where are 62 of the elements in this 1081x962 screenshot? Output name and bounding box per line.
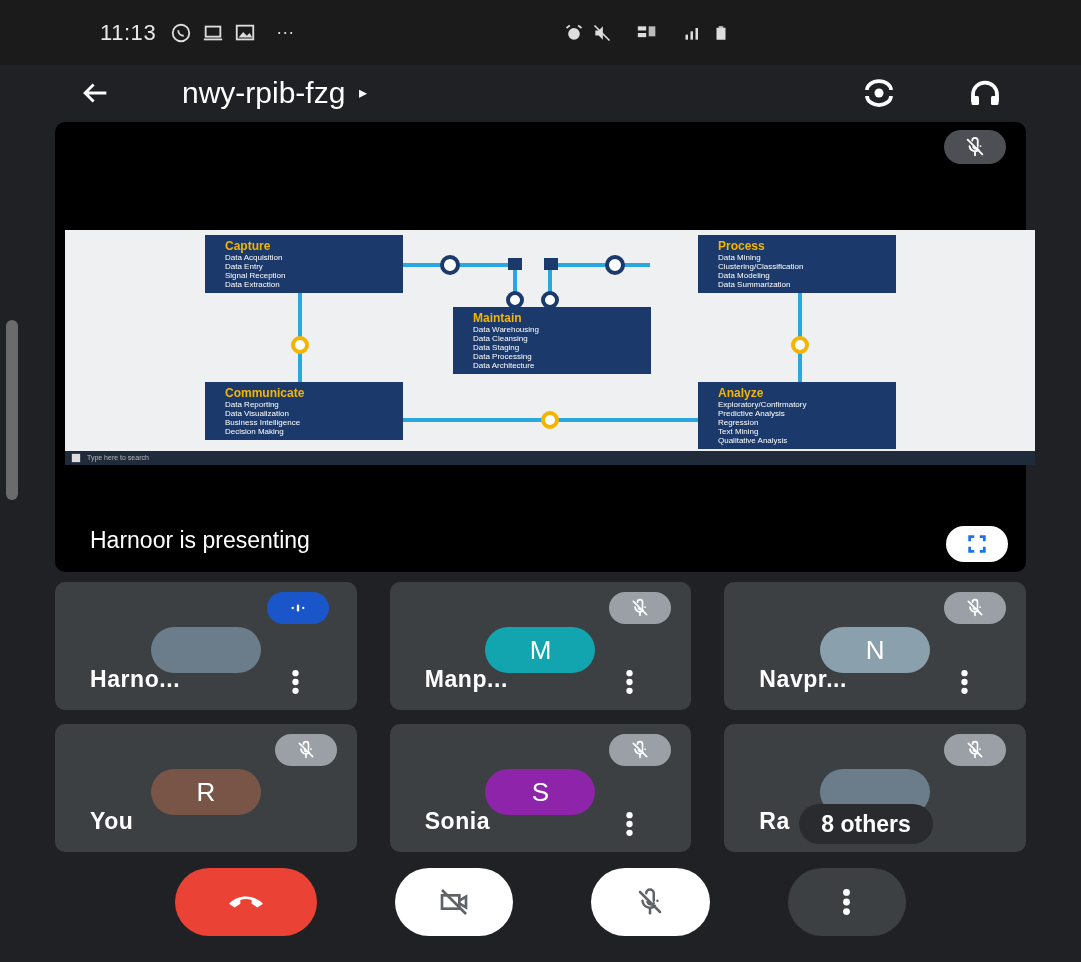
more-vert-icon: [843, 889, 851, 915]
windows-icon: [71, 453, 81, 463]
box-item: Data Mining: [718, 253, 762, 262]
connector-node: [791, 336, 809, 354]
fullscreen-icon: [966, 533, 988, 555]
box-item: Data Processing: [473, 352, 533, 361]
connector-node: [291, 336, 309, 354]
box-item: Data Summarization: [718, 280, 792, 289]
mic-off-icon: [965, 740, 985, 760]
avatar-initial: M: [485, 627, 596, 673]
mute-icon: [592, 22, 613, 43]
avatar-initial: N: [820, 627, 931, 673]
connector-node: [440, 255, 460, 275]
box-title: Process: [718, 239, 766, 253]
box-title: Capture: [225, 239, 272, 253]
connector-node: [541, 411, 559, 429]
connector-joint: [508, 258, 522, 270]
box-item: Signal Reception: [225, 271, 287, 280]
box-item: Data Modeling: [718, 271, 771, 280]
alarm-icon: [564, 22, 585, 43]
more-vert-icon[interactable]: [626, 670, 634, 694]
avatar-initial: S: [485, 769, 596, 815]
box-item: Decision Making: [225, 427, 285, 436]
box-item: Data Extraction: [225, 280, 281, 289]
box-item: Clustering/Classification: [718, 262, 805, 271]
chat-bubble-icon: [170, 21, 193, 44]
others-button[interactable]: 8 others: [799, 804, 933, 844]
box-item: Predictive Analysis: [718, 409, 786, 418]
fullscreen-button[interactable]: [946, 526, 1008, 562]
box-item: Data Reporting: [225, 400, 280, 409]
connector-joint: [544, 258, 558, 270]
box-item: Data Staging: [473, 343, 521, 352]
box-title: Analyze: [718, 386, 765, 400]
box-title: Communicate: [225, 386, 306, 400]
status-time: 11:13: [100, 19, 157, 47]
more-vert-icon[interactable]: [291, 670, 299, 694]
participant-name: Harno...: [90, 664, 181, 694]
connector-node: [605, 255, 625, 275]
box-item: Qualitative Analysis: [718, 436, 789, 445]
side-handle[interactable]: [6, 320, 18, 500]
box-item: Data Cleansing: [473, 334, 529, 343]
box-item: Data Warehousing: [473, 325, 540, 334]
box-item: Data Visualization: [225, 409, 290, 418]
avatar-initial: R: [150, 769, 261, 815]
box-item: Data Architecture: [473, 361, 536, 370]
more-vert-icon[interactable]: [626, 812, 634, 836]
box-item: Exploratory/Confirmatory: [718, 400, 808, 409]
box-item: Regression: [718, 418, 760, 427]
status-overflow: ···: [276, 21, 295, 44]
box-item: Business Intelligence: [225, 418, 302, 427]
presenter-label: Harnoor is presenting: [90, 525, 310, 555]
more-vert-icon[interactable]: [961, 670, 968, 694]
box-title: Maintain: [473, 311, 523, 325]
box-item: Data Entry: [225, 262, 264, 271]
box-item: Text Mining: [718, 427, 760, 436]
participant-name: Ra: [759, 806, 790, 836]
meeting-title[interactable]: nwy-rpib-fzg ▸: [182, 70, 368, 115]
phone-icon: [228, 896, 263, 908]
participant-name: You: [90, 806, 134, 836]
mic-off-icon: [965, 598, 985, 618]
mic-off-icon: [964, 136, 986, 158]
box-item: Data Acquisition: [225, 253, 284, 262]
